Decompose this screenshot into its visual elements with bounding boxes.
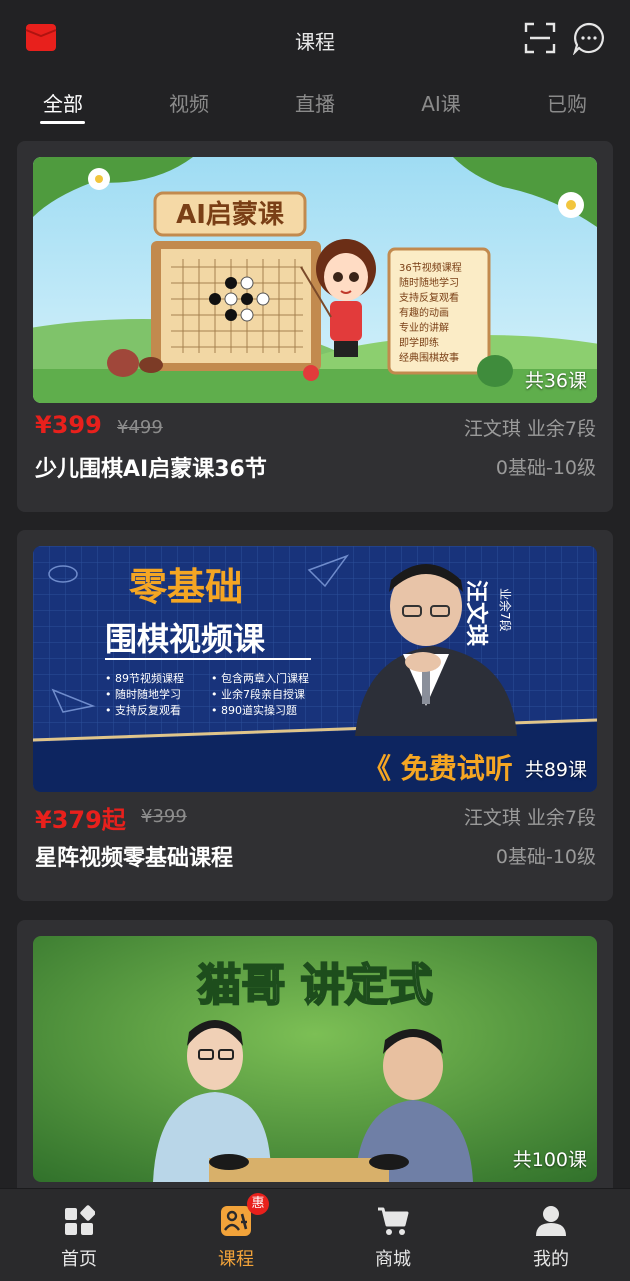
nav-label-courses: 课程 (218, 1249, 254, 1270)
feature-right-3: • 890道实操习题 (211, 703, 297, 717)
feature-left-2: • 随时随地学习 (105, 687, 181, 701)
feature-5: 专业的讲解 (399, 321, 449, 334)
course-price: ¥379起 (35, 806, 126, 834)
feature-6: 即学即练 (399, 336, 439, 349)
feature-left-1: • 89节视频课程 (105, 671, 184, 685)
tab-purchased[interactable]: 已购 (522, 88, 612, 117)
course-name[interactable]: 少儿围棋AI启蒙课36节 (35, 451, 267, 483)
feature-3: 支持反复观看 (399, 291, 459, 304)
teacher-rank-vertical: 业余7段 (498, 588, 513, 632)
original-price: ¥399 (141, 806, 187, 827)
top-bar: 课程 (0, 0, 630, 78)
banner-title: 猫哥 讲定式 (197, 960, 432, 1011)
tab-video[interactable]: 视频 (144, 88, 234, 117)
feature-right-1: • 包含两章入门课程 (211, 671, 309, 685)
feature-7: 经典围棋故事 (399, 351, 459, 364)
cart-icon (378, 1207, 409, 1235)
course-banner-image: AI启蒙课 36节视频课程 随时随地学习 支持反复观看 有趣的动画 专业的讲解 … (33, 157, 597, 403)
tab-live[interactable]: 直播 (270, 88, 360, 117)
feature-1: 36节视频课程 (399, 261, 462, 274)
course-level: 0基础-10级 (495, 846, 596, 868)
profile-icon (536, 1206, 566, 1236)
home-icon (65, 1205, 95, 1235)
nav-label-shop: 商城 (375, 1249, 411, 1270)
feature-left-3: • 支持反复观看 (105, 703, 181, 717)
course-card[interactable]: 零基础 围棋视频课 • 89节视频课程 • 随时随地学习 • 支持反复观看 • … (17, 530, 613, 901)
feature-2: 随时随地学习 (399, 276, 459, 289)
feature-right-2: • 业余7段亲自授课 (211, 687, 305, 701)
tab-ai[interactable]: AI课 (396, 88, 486, 117)
course-level: 0基础-10级 (495, 457, 596, 479)
category-tabs: 全部 视频 直播 AI课 已购 (0, 78, 630, 128)
lesson-count: 共89课 (524, 759, 587, 781)
lesson-count: 共100课 (512, 1149, 587, 1171)
chat-icon[interactable] (572, 21, 606, 55)
banner-title-top: 零基础 (129, 565, 243, 609)
banner-title: AI启蒙课 (176, 199, 285, 230)
nav-courses[interactable]: 惠 课程 (173, 1189, 299, 1281)
course-banner[interactable]: AI启蒙课 36节视频课程 随时随地学习 支持反复观看 有趣的动画 专业的讲解 … (33, 157, 597, 403)
course-banner-image: 零基础 围棋视频课 • 89节视频课程 • 随时随地学习 • 支持反复观看 • … (33, 546, 597, 792)
tab-all[interactable]: 全部 (18, 88, 108, 117)
course-price: ¥399 (35, 411, 102, 439)
course-card[interactable]: 猫哥 讲定式 共100课 (17, 920, 613, 1200)
banner-title-main: 围棋视频课 (105, 620, 266, 658)
course-card[interactable]: AI启蒙课 36节视频课程 随时随地学习 支持反复观看 有趣的动画 专业的讲解 … (17, 141, 613, 512)
free-trial-label: 《 免费试听 (363, 752, 513, 785)
teacher-info: 汪文琪 业余7段 (463, 418, 596, 440)
tab-active-indicator (40, 121, 85, 124)
nav-home[interactable]: 首页 (16, 1189, 142, 1281)
nav-profile[interactable]: 我的 (488, 1189, 614, 1281)
course-banner[interactable]: 零基础 围棋视频课 • 89节视频课程 • 随时随地学习 • 支持反复观看 • … (33, 546, 597, 792)
course-name[interactable]: 星阵视频零基础课程 (35, 840, 233, 872)
course-banner[interactable]: 猫哥 讲定式 共100课 (33, 936, 597, 1182)
original-price: ¥499 (117, 417, 163, 438)
nav-shop[interactable]: 商城 (330, 1189, 456, 1281)
promo-badge: 惠 (247, 1193, 269, 1215)
course-icon (221, 1206, 251, 1236)
nav-label-home: 首页 (61, 1249, 97, 1270)
lesson-count: 共36课 (524, 370, 587, 392)
bottom-navigation: 首页 惠 课程 商城 我的 (0, 1188, 630, 1281)
feature-4: 有趣的动画 (399, 306, 449, 319)
teacher-info: 汪文琪 业余7段 (463, 807, 596, 829)
teacher-name-vertical: 汪文琪 (463, 580, 489, 646)
scan-icon[interactable] (524, 22, 556, 54)
nav-label-profile: 我的 (533, 1249, 569, 1270)
